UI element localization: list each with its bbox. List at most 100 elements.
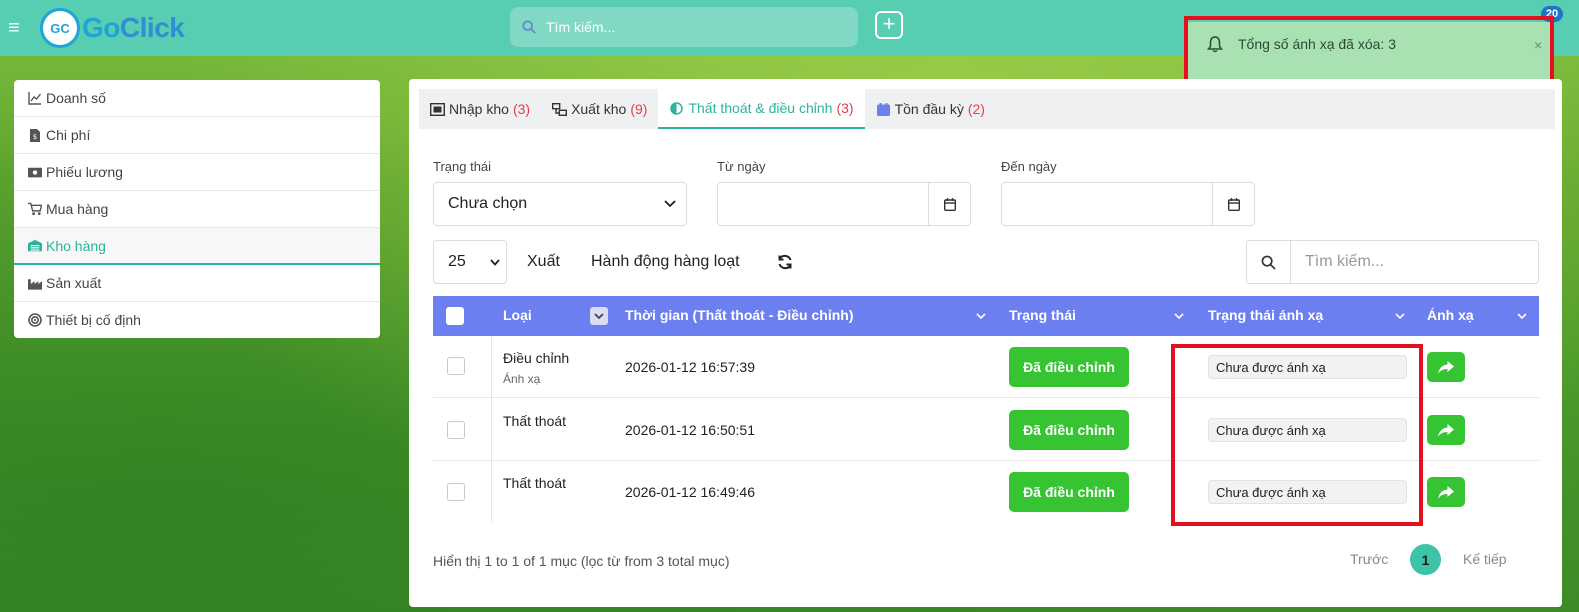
page-size-select[interactable]: 25 <box>433 240 507 284</box>
svg-text:$: $ <box>33 133 37 141</box>
sidebar-item-san-xuat[interactable]: Sản xuất <box>14 265 380 302</box>
share-icon <box>1438 360 1454 374</box>
cart-icon <box>28 202 42 216</box>
tab-label: Thất thoát & điều chỉnh <box>688 100 833 116</box>
logo[interactable]: GC GoClick <box>40 8 185 48</box>
table-search-placeholder: Tìm kiếm... <box>1305 253 1385 270</box>
tab-label: Nhập kho <box>449 101 509 117</box>
sidebar-item-label: Chi phí <box>46 127 91 143</box>
search-icon <box>1247 241 1291 283</box>
sidebar-item-thiet-bi[interactable]: Thiết bị cố định <box>14 302 380 338</box>
map-status-badge: Chưa được ánh xạ <box>1208 355 1407 379</box>
pagination-current[interactable]: 1 <box>1410 544 1441 575</box>
global-search-input[interactable]: Tìm kiếm... <box>510 7 858 47</box>
sidebar-item-label: Doanh số <box>46 90 106 106</box>
row-time: 2026-01-12 16:49:46 <box>625 484 755 500</box>
column-header-type[interactable]: Loại <box>503 307 532 323</box>
chevron-down-icon[interactable] <box>1517 311 1527 321</box>
export-icon <box>552 102 568 116</box>
export-button[interactable]: Xuất <box>527 240 560 284</box>
sidebar-item-phieu-luong[interactable]: Phiếu lương <box>14 154 380 191</box>
tab-count: (3) <box>512 101 531 117</box>
table-search-input[interactable]: Tìm kiếm... <box>1246 240 1539 284</box>
tab-count: (2) <box>967 101 985 117</box>
toast-message: Tổng số ánh xạ đã xóa: 3 <box>1238 36 1396 52</box>
map-button[interactable] <box>1427 352 1465 382</box>
status-badge[interactable]: Đã điều chỉnh <box>1009 472 1129 512</box>
from-date-input[interactable] <box>717 182 971 226</box>
tab-count: (9) <box>630 101 648 117</box>
column-filter-button[interactable] <box>590 307 608 325</box>
global-search-placeholder: Tìm kiếm... <box>546 19 616 35</box>
close-icon[interactable]: × <box>1534 37 1542 53</box>
sidebar-item-label: Kho hàng <box>46 237 106 254</box>
row-time: 2026-01-12 16:50:51 <box>625 422 755 438</box>
chevron-down-icon[interactable] <box>1395 311 1405 321</box>
column-header-map[interactable]: Ánh xạ <box>1427 307 1474 323</box>
industry-icon <box>28 276 42 290</box>
calendar-icon <box>876 102 890 116</box>
select-all-checkbox[interactable] <box>446 307 464 325</box>
import-icon <box>430 102 445 116</box>
column-divider <box>491 336 492 522</box>
add-button[interactable]: + <box>875 11 903 39</box>
bell-icon <box>1206 36 1224 53</box>
share-icon <box>1438 423 1454 437</box>
row-checkbox[interactable] <box>447 483 465 501</box>
status-badge[interactable]: Đã điều chỉnh <box>1009 410 1129 450</box>
row-checkbox[interactable] <box>447 357 465 375</box>
tab-count: (3) <box>836 100 854 116</box>
money-bill-icon <box>28 165 42 179</box>
share-icon <box>1438 485 1454 499</box>
column-header-time[interactable]: Thời gian (Thất thoát - Điều chỉnh) <box>625 307 853 323</box>
main-card: Nhập kho (3) Xuất kho (9) Thất thoát & đ… <box>409 79 1562 607</box>
table-row: Điều chỉnh Ánh xạ 2026-01-12 16:57:39 Đã… <box>433 336 1539 398</box>
tab-label: Xuất kho <box>571 101 627 117</box>
column-header-map-status[interactable]: Trạng thái ánh xạ <box>1208 307 1323 323</box>
menu-icon[interactable]: ≡ <box>8 18 20 38</box>
invoice-icon: $ <box>28 128 42 142</box>
table-row: Thất thoát 2026-01-12 16:50:51 Đã điều c… <box>433 399 1539 461</box>
chevron-down-icon <box>490 259 500 266</box>
row-type: Thất thoát <box>503 475 567 491</box>
map-button[interactable] <box>1427 477 1465 507</box>
sidebar-item-doanh-so[interactable]: Doanh số <box>14 80 380 117</box>
refresh-button[interactable] <box>769 240 801 284</box>
tab-xuat-kho[interactable]: Xuất kho (9) <box>541 89 658 129</box>
search-icon <box>522 20 536 34</box>
chevron-down-icon <box>664 200 676 208</box>
calendar-icon[interactable] <box>1212 183 1254 225</box>
refresh-icon <box>778 254 792 270</box>
tab-nhap-kho[interactable]: Nhập kho (3) <box>419 89 541 129</box>
chevron-down-icon[interactable] <box>976 311 986 321</box>
warehouse-icon <box>28 239 42 253</box>
table-row: Thất thoát 2026-01-12 16:49:46 Đã điều c… <box>433 461 1539 523</box>
sidebar-item-chi-phi[interactable]: $ Chi phí <box>14 117 380 154</box>
to-date-input[interactable] <box>1001 182 1255 226</box>
pagination-info: Hiển thị 1 to 1 of 1 mục (lọc từ from 3 … <box>433 553 730 569</box>
half-circle-icon <box>670 101 684 115</box>
sidebar-item-label: Thiết bị cố định <box>46 312 141 328</box>
status-filter-select[interactable]: Chưa chọn <box>433 182 687 226</box>
notification-count-badge[interactable]: 20 <box>1541 6 1563 22</box>
sidebar-item-label: Mua hàng <box>46 201 109 217</box>
column-header-status[interactable]: Trạng thái <box>1009 307 1076 323</box>
logo-text: GoClick <box>82 12 185 43</box>
sidebar-item-mua-hang[interactable]: Mua hàng <box>14 191 380 228</box>
tab-ton-dau-ky[interactable]: Tồn đầu kỳ (2) <box>865 89 996 129</box>
to-date-label: Đến ngày <box>1001 159 1057 174</box>
pagination-next[interactable]: Kế tiếp <box>1463 551 1507 567</box>
tab-that-thoat-dieu-chinh[interactable]: Thất thoát & điều chỉnh (3) <box>658 89 865 129</box>
sidebar-item-kho-hang[interactable]: Kho hàng <box>14 228 380 265</box>
row-type: Thất thoát <box>503 413 567 429</box>
tab-label: Tồn đầu kỳ <box>894 101 964 117</box>
status-badge[interactable]: Đã điều chỉnh <box>1009 347 1129 387</box>
row-checkbox[interactable] <box>447 421 465 439</box>
calendar-icon[interactable] <box>928 183 970 225</box>
bulk-action-button[interactable]: Hành động hàng loạt <box>591 240 740 284</box>
chevron-down-icon[interactable] <box>1174 311 1184 321</box>
sidebar-item-label: Sản xuất <box>46 275 102 291</box>
pagination-prev[interactable]: Trước <box>1350 551 1388 567</box>
row-time: 2026-01-12 16:57:39 <box>625 359 755 375</box>
map-button[interactable] <box>1427 415 1465 445</box>
